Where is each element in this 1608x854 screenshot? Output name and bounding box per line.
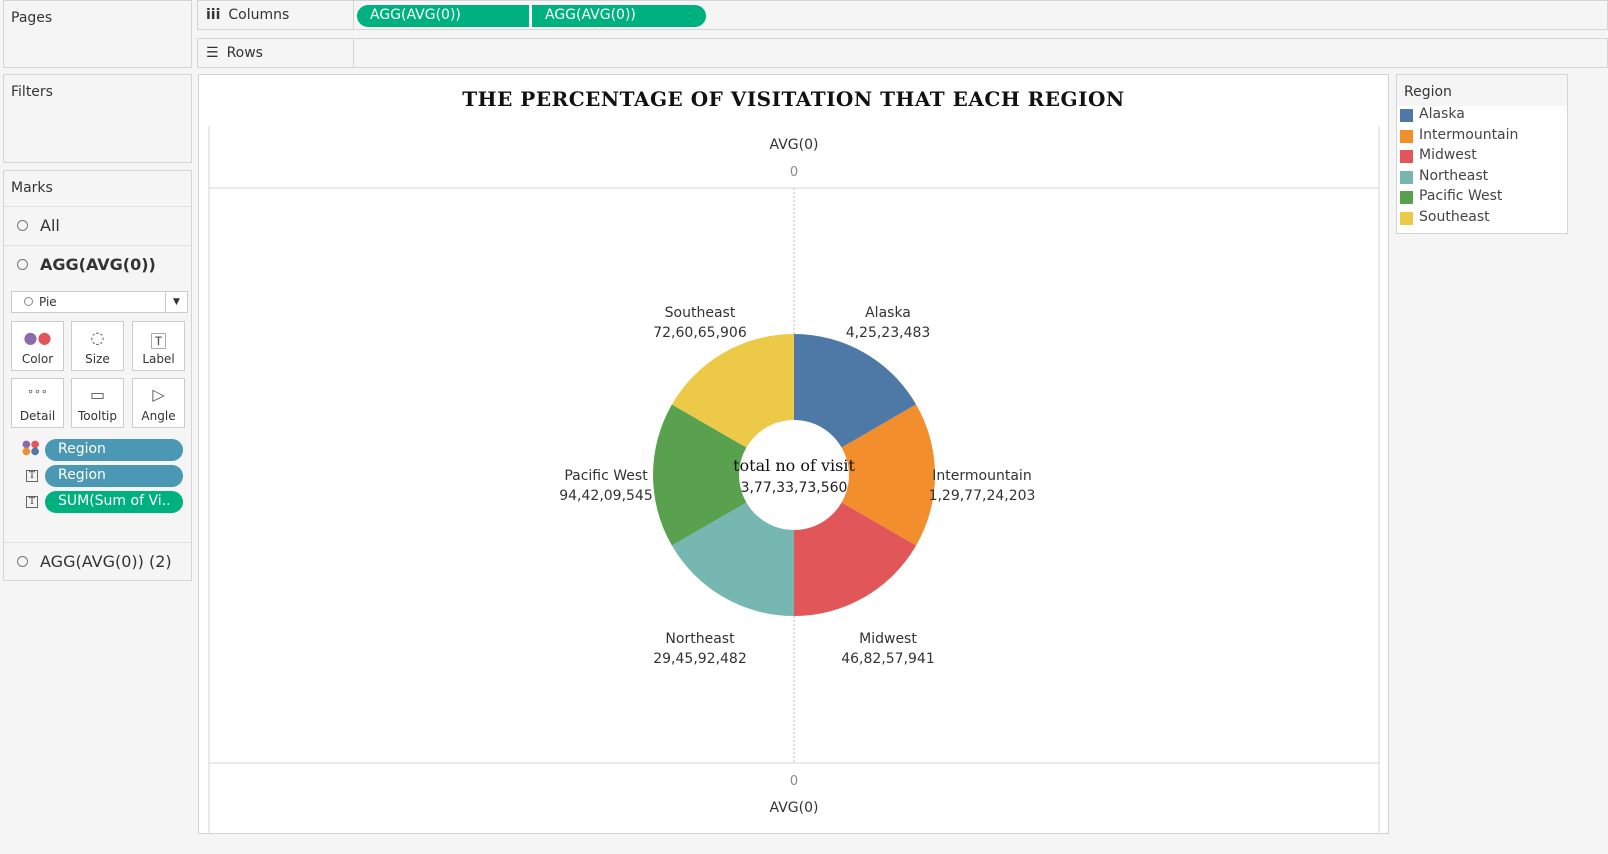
slice-label-name: Northeast — [665, 631, 735, 647]
legend-item[interactable]: Alaska — [1397, 106, 1567, 127]
slice-label-value: 46,82,57,941 — [841, 651, 935, 667]
legend-item-label: Alaska — [1419, 106, 1465, 122]
center-title: total no of visit — [733, 456, 855, 475]
slice-label-value: 29,45,92,482 — [653, 651, 747, 667]
axis-bottom-tick: 0 — [790, 774, 798, 789]
slice-label-name: Midwest — [859, 631, 917, 647]
slice-label-name: Alaska — [865, 305, 911, 321]
axis-bottom-title: AVG(0) — [770, 800, 819, 816]
legend-swatch — [1400, 150, 1413, 163]
legend-item[interactable]: Intermountain — [1397, 127, 1567, 148]
legend-item-label: Southeast — [1419, 208, 1490, 225]
legend-item[interactable]: Pacific West — [1397, 188, 1567, 209]
axis-top-tick: 0 — [790, 165, 798, 180]
slice-label-name: Intermountain — [932, 468, 1031, 484]
slice-label-name: Southeast — [665, 305, 736, 321]
pie-chart: AVG(0) 0 0 AVG(0) total no of visit 3,77… — [208, 126, 1380, 833]
legend-item-label: Intermountain — [1419, 126, 1519, 143]
slice-label-value: 94,42,09,545 — [559, 488, 653, 504]
center-value: 3,77,33,73,560 — [741, 480, 848, 496]
donut-hole — [739, 420, 849, 530]
legend-swatch — [1400, 211, 1413, 225]
legend-item[interactable]: Southeast — [1397, 209, 1567, 230]
legend-swatch — [1400, 129, 1413, 143]
legend-swatch — [1400, 170, 1413, 184]
legend-swatch — [1400, 191, 1413, 204]
legend-item[interactable]: Northeast — [1397, 168, 1567, 189]
slice-label-value: 4,25,23,483 — [846, 325, 931, 341]
region-legend: Region Alaska Intermountain Midwest Northea… — [1396, 74, 1568, 234]
slice-label-value: 72,60,65,906 — [653, 325, 747, 341]
axis-top-title: AVG(0) — [770, 137, 819, 153]
legend-item[interactable]: Midwest — [1397, 147, 1567, 168]
legend-item-label: Pacific West — [1419, 188, 1503, 204]
legend-swatch — [1400, 109, 1413, 122]
legend-item-label: Midwest — [1419, 147, 1477, 163]
slice-label-name: Pacific West — [564, 468, 648, 484]
legend-item-label: Northeast — [1419, 167, 1489, 184]
legend-title: Region — [1397, 75, 1567, 106]
slice-label-value: 1,29,77,24,203 — [929, 488, 1036, 504]
